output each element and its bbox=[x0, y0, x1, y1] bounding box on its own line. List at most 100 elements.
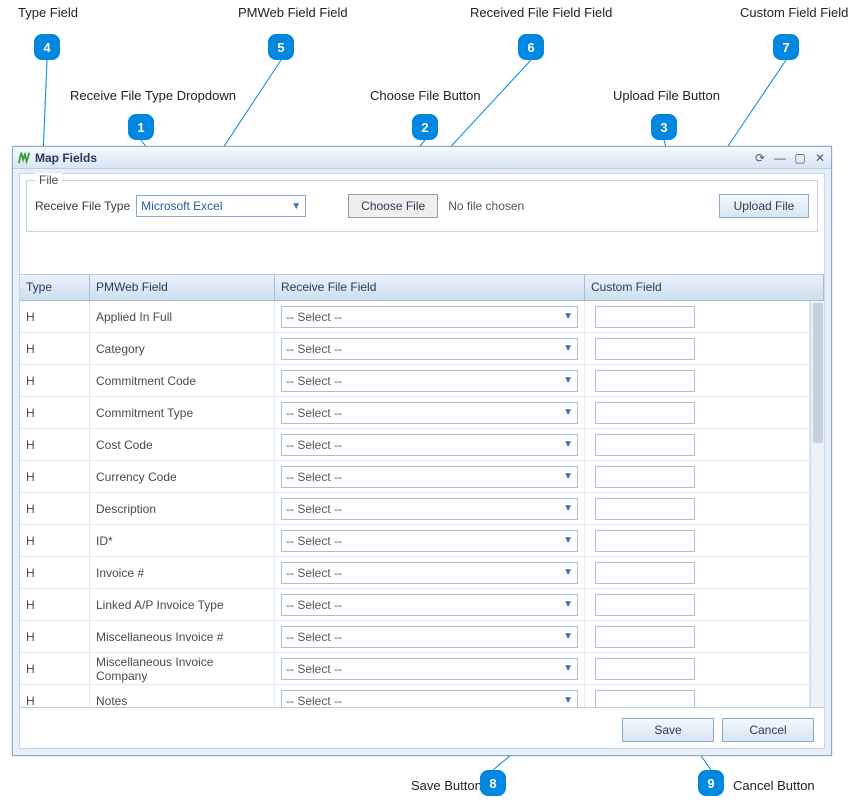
minimize-icon[interactable]: — bbox=[773, 151, 787, 165]
receive-file-field-dropdown[interactable]: -- Select --▼ bbox=[281, 370, 578, 392]
annotation-badge-9: 9 bbox=[698, 770, 724, 796]
receive-file-type-label: Receive File Type bbox=[35, 199, 130, 213]
receive-file-field-dropdown[interactable]: -- Select --▼ bbox=[281, 498, 578, 520]
table-row: HID*-- Select --▼ bbox=[20, 525, 810, 557]
cell-receive-file-field: -- Select --▼ bbox=[275, 557, 585, 588]
receive-file-field-dropdown[interactable]: -- Select --▼ bbox=[281, 466, 578, 488]
annotation-label-1: Receive File Type Dropdown bbox=[70, 88, 236, 103]
receive-file-field-dropdown[interactable]: -- Select --▼ bbox=[281, 594, 578, 616]
custom-field-input[interactable] bbox=[595, 658, 695, 680]
cell-receive-file-field: -- Select --▼ bbox=[275, 653, 585, 684]
annotation-label-4: Type Field bbox=[18, 5, 78, 20]
receive-file-field-dropdown[interactable]: -- Select --▼ bbox=[281, 530, 578, 552]
footer-buttons: Save Cancel bbox=[622, 718, 814, 742]
annotation-label-2: Choose File Button bbox=[370, 88, 481, 103]
annotation-label-5: PMWeb Field Field bbox=[238, 5, 348, 20]
custom-field-input[interactable] bbox=[595, 434, 695, 456]
cell-custom-field bbox=[585, 333, 810, 364]
cell-custom-field bbox=[585, 685, 810, 707]
cell-receive-file-field: -- Select --▼ bbox=[275, 397, 585, 428]
receive-file-type-value: Microsoft Excel bbox=[141, 199, 222, 213]
receive-file-field-dropdown[interactable]: -- Select --▼ bbox=[281, 338, 578, 360]
titlebar: Map Fields ⟳ — ▢ ✕ bbox=[13, 147, 831, 169]
choose-file-label: Choose File bbox=[361, 199, 425, 213]
cell-receive-file-field: -- Select --▼ bbox=[275, 493, 585, 524]
select-value: -- Select -- bbox=[286, 374, 342, 388]
cancel-button[interactable]: Cancel bbox=[722, 718, 814, 742]
select-value: -- Select -- bbox=[286, 598, 342, 612]
table-row: HApplied In Full -- Select --▼ bbox=[20, 301, 810, 333]
custom-field-input[interactable] bbox=[595, 562, 695, 584]
select-value: -- Select -- bbox=[286, 630, 342, 644]
close-icon[interactable]: ✕ bbox=[813, 151, 827, 165]
header-custom-field[interactable]: Custom Field bbox=[585, 275, 824, 300]
receive-file-field-dropdown[interactable]: -- Select --▼ bbox=[281, 402, 578, 424]
window-content: File Receive File Type Microsoft Excel ▼… bbox=[19, 173, 825, 749]
app-logo-icon bbox=[17, 151, 31, 165]
file-fieldset: File Receive File Type Microsoft Excel ▼… bbox=[26, 180, 818, 232]
save-button[interactable]: Save bbox=[622, 718, 714, 742]
receive-file-field-dropdown[interactable]: -- Select --▼ bbox=[281, 434, 578, 456]
receive-file-field-dropdown[interactable]: -- Select --▼ bbox=[281, 658, 578, 680]
receive-file-field-dropdown[interactable]: -- Select -- ▼ bbox=[281, 690, 578, 708]
custom-field-input[interactable] bbox=[595, 498, 695, 520]
table-row: HDescription-- Select --▼ bbox=[20, 493, 810, 525]
maximize-icon[interactable]: ▢ bbox=[793, 151, 807, 165]
annotation-badge-3: 3 bbox=[651, 114, 677, 140]
custom-field-input[interactable] bbox=[595, 402, 695, 424]
select-value: -- Select -- bbox=[286, 406, 342, 420]
cell-type: H bbox=[20, 429, 90, 460]
cell-receive-file-field: -- Select --▼ bbox=[275, 461, 585, 492]
cell-pmweb-field: Miscellaneous Invoice Company bbox=[90, 653, 275, 684]
receive-file-field-dropdown[interactable]: -- Select --▼ bbox=[281, 626, 578, 648]
annotation-badge-8: 8 bbox=[480, 770, 506, 796]
cell-type: H bbox=[20, 333, 90, 364]
annotation-badge-1: 1 bbox=[128, 114, 154, 140]
header-receive-file-field[interactable]: Receive File Field bbox=[275, 275, 585, 300]
table-row: HCost Code-- Select --▼ bbox=[20, 429, 810, 461]
cell-type: H bbox=[20, 365, 90, 396]
cell-custom-field bbox=[585, 557, 810, 588]
select-value: -- Select -- bbox=[286, 534, 342, 548]
table-row: HCategory-- Select --▼ bbox=[20, 333, 810, 365]
select-value: -- Select -- bbox=[286, 566, 342, 580]
receive-file-type-dropdown[interactable]: Microsoft Excel ▼ bbox=[136, 195, 306, 217]
receive-file-field-dropdown[interactable]: -- Select --▼ bbox=[281, 306, 578, 328]
custom-field-input[interactable] bbox=[595, 594, 695, 616]
cell-type: H bbox=[20, 685, 90, 707]
select-value: -- Select -- bbox=[286, 694, 342, 708]
cell-type: H bbox=[20, 621, 90, 652]
cell-receive-file-field: -- Select --▼ bbox=[275, 365, 585, 396]
upload-file-label: Upload File bbox=[734, 199, 795, 213]
upload-file-button[interactable]: Upload File bbox=[719, 194, 809, 218]
chevron-down-icon: ▼ bbox=[563, 695, 573, 706]
grid-body[interactable]: HApplied In Full-- Select --▼HCategory--… bbox=[20, 301, 810, 707]
header-type[interactable]: Type bbox=[20, 275, 90, 300]
annotation-badge-2: 2 bbox=[412, 114, 438, 140]
custom-field-input[interactable] bbox=[595, 690, 695, 708]
cell-receive-file-field: -- Select --▼ bbox=[275, 429, 585, 460]
custom-field-input[interactable] bbox=[595, 530, 695, 552]
annotation-label-3: Upload File Button bbox=[613, 88, 720, 103]
custom-field-input[interactable] bbox=[595, 466, 695, 488]
cell-type: H bbox=[20, 301, 90, 332]
grid-scrollbar[interactable] bbox=[810, 301, 824, 707]
custom-field-input[interactable] bbox=[595, 626, 695, 648]
custom-field-input[interactable] bbox=[595, 338, 695, 360]
custom-field-input[interactable] bbox=[595, 370, 695, 392]
annotation-badge-4: 4 bbox=[34, 34, 60, 60]
choose-file-button[interactable]: Choose File bbox=[348, 194, 438, 218]
grid-header: Type PMWeb Field Receive File Field Cust… bbox=[20, 275, 824, 301]
receive-file-field-dropdown[interactable]: -- Select --▼ bbox=[281, 562, 578, 584]
cell-pmweb-field: ID* bbox=[90, 525, 275, 556]
chevron-down-icon: ▼ bbox=[563, 663, 573, 674]
cell-pmweb-field: Applied In Full bbox=[90, 301, 275, 332]
cell-custom-field bbox=[585, 589, 810, 620]
custom-field-input[interactable] bbox=[595, 306, 695, 328]
cell-pmweb-field: Description bbox=[90, 493, 275, 524]
annotation-label-9: Cancel Button bbox=[733, 778, 815, 793]
header-pmweb-field[interactable]: PMWeb Field bbox=[90, 275, 275, 300]
refresh-icon[interactable]: ⟳ bbox=[753, 151, 767, 165]
cell-pmweb-field: Notes bbox=[90, 685, 275, 707]
grid-scrollbar-thumb[interactable] bbox=[813, 303, 823, 443]
